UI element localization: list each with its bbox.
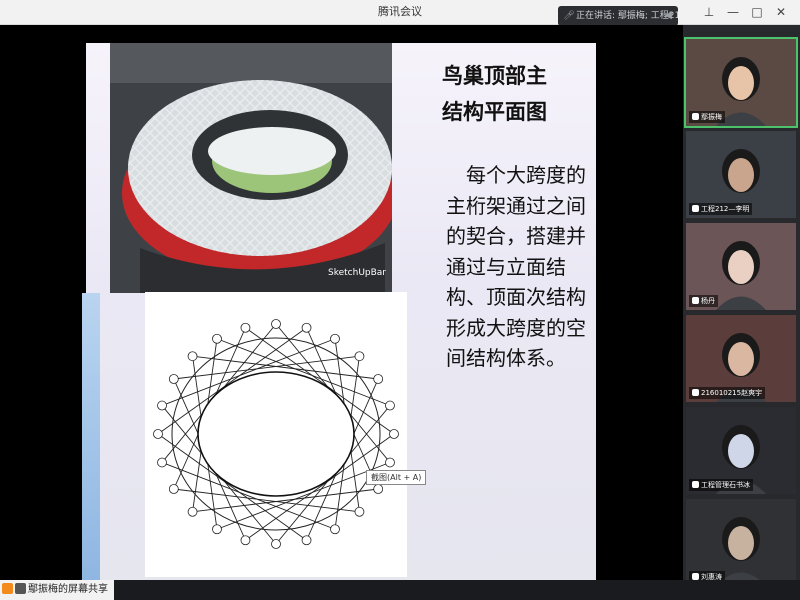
mic-icon: [692, 573, 699, 580]
stadium-photo: SketchUpBar: [110, 43, 392, 293]
grid-axis-marker: [157, 400, 167, 411]
grid-axis-marker: [271, 539, 281, 549]
photo-watermark: SketchUpBar: [328, 268, 387, 278]
speaking-text: 正在讲话: 鄢振梅; 工程21...: [576, 11, 678, 21]
window-title: 腾讯会议: [378, 5, 422, 18]
grid-axis-marker: [187, 351, 198, 362]
slide-title: 鸟巢顶部主 结构平面图: [442, 58, 582, 130]
participant-tile[interactable]: 216010215赵爽宇: [686, 315, 796, 402]
participant-name: 工程212—李明: [689, 203, 753, 215]
slide-title-line2: 结构平面图: [442, 100, 547, 124]
structure-plan-drawing: [153, 319, 399, 549]
roof-opening: [197, 371, 355, 497]
grid-axis-marker: [168, 484, 179, 494]
grid-axis-marker: [212, 524, 222, 535]
screen-share-icon: [2, 583, 13, 594]
grid-axis-marker: [157, 457, 167, 468]
grid-axis-marker: [153, 429, 163, 439]
grid-axis-marker: [354, 351, 365, 362]
grid-axis-marker: [212, 333, 222, 344]
grid-axis-marker: [373, 374, 384, 384]
pin-icon[interactable]: ⊥: [700, 3, 718, 21]
title-bar: 腾讯会议 ⊥ — □ ✕: [0, 0, 800, 25]
screen-share-label: 鄢振梅的屏幕共享: [28, 584, 108, 595]
participant-name: 杨丹: [689, 295, 718, 307]
grid-axis-marker: [330, 524, 340, 535]
participant-tile[interactable]: 工程212—李明: [686, 131, 796, 218]
participant-name: 工程管理石书冰: [689, 479, 753, 491]
speaking-indicator[interactable]: 🎤︎正在讲话: 鄢振梅; 工程21... ◀: [558, 6, 678, 26]
grid-axis-marker: [271, 319, 281, 329]
mic-icon: [692, 205, 699, 212]
mic-icon: [692, 481, 699, 488]
bottom-bar: [0, 580, 800, 600]
grid-axis-marker: [373, 484, 384, 494]
participant-tile[interactable]: 杨丹: [686, 223, 796, 310]
slide-body-text: 每个大跨度的主桁架通过之间的契合，搭建并通过与立面结构、顶面次结构形成大跨度的空…: [446, 163, 586, 370]
maximize-icon[interactable]: □: [748, 3, 766, 21]
screenshot-tooltip: 截图(Alt + A): [366, 470, 427, 485]
grid-axis-marker: [385, 457, 395, 468]
grid-axis-marker: [301, 535, 312, 546]
birds-nest-stadium-image: [110, 43, 392, 293]
participant-name-text: 工程管理石书冰: [701, 481, 750, 489]
mic-icon: [692, 389, 699, 396]
participant-name-text: 鄢振梅: [701, 113, 722, 121]
grid-axis-marker: [330, 333, 340, 344]
participant-tile[interactable]: 工程管理石书冰: [686, 407, 796, 494]
grid-axis-marker: [187, 506, 198, 517]
grid-axis-marker: [354, 506, 365, 517]
participant-name-text: 工程212—李明: [701, 205, 750, 213]
collapse-arrow-icon[interactable]: ◀: [664, 6, 672, 26]
screen-share-status[interactable]: 鄢振梅的屏幕共享: [0, 580, 114, 600]
participant-tile[interactable]: 刘惠涛: [686, 499, 796, 586]
minimize-icon[interactable]: —: [724, 3, 742, 21]
slide-decoration: [82, 293, 100, 580]
grid-axis-marker: [385, 400, 395, 411]
grid-axis-marker: [301, 322, 312, 333]
grid-axis-marker: [240, 322, 251, 333]
grid-axis-marker: [240, 535, 251, 546]
participant-name-text: 杨丹: [701, 297, 715, 305]
mic-icon: [692, 297, 699, 304]
participant-name: 鄢振梅: [689, 111, 725, 123]
microphone-icon: 🎤︎: [563, 11, 575, 21]
participant-name: 216010215赵爽宇: [689, 387, 766, 399]
slide-title-line1: 鸟巢顶部主: [442, 64, 547, 88]
grid-axis-marker: [389, 429, 399, 439]
grid-axis-marker: [168, 374, 179, 384]
participant-tile[interactable]: 鄢振梅: [684, 37, 798, 128]
participant-name-text: 216010215赵爽宇: [701, 389, 763, 397]
roof-plan-diagram: [145, 292, 407, 577]
recording-icon: [15, 583, 26, 594]
close-icon[interactable]: ✕: [772, 3, 790, 21]
mic-icon: [692, 113, 699, 120]
